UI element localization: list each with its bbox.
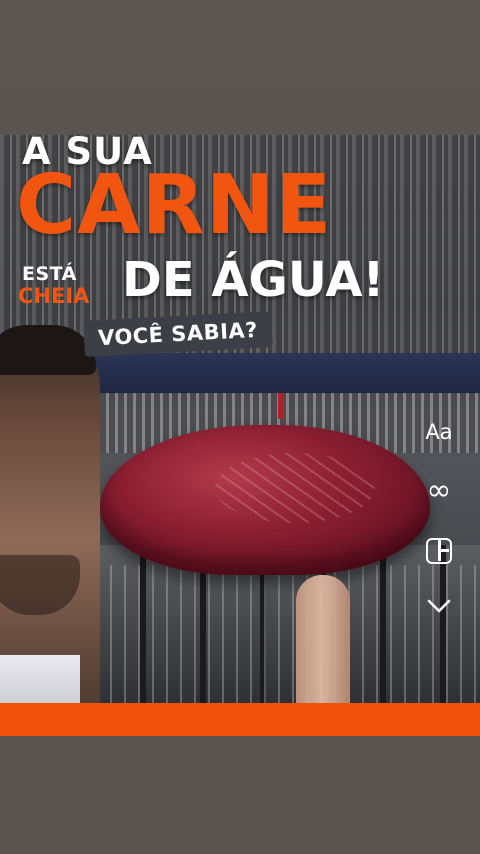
machine-red-pin: [278, 393, 284, 419]
machine-blue-band: [60, 353, 480, 393]
infinity-icon[interactable]: ∞: [419, 476, 459, 506]
person-shirt: [0, 655, 80, 703]
question-text: VOCÊ SABIA?: [97, 317, 259, 351]
chevron-down-icon[interactable]: [419, 598, 459, 614]
bottom-letterbox: [0, 736, 480, 854]
layout-icon[interactable]: [419, 538, 459, 564]
headline-cheia: CHEIA: [18, 284, 90, 308]
top-letterbox: [0, 0, 480, 135]
finger-image: [296, 575, 350, 703]
meat-marbling: [215, 453, 375, 523]
machine-grate-highlights: [40, 565, 480, 703]
headline-esta: ESTÁ: [22, 263, 77, 285]
person-image: [0, 330, 100, 703]
headline-de-agua: DE ÁGUA!: [122, 252, 385, 308]
headline-carne: CARNE: [16, 158, 333, 253]
orange-bar: [0, 703, 480, 736]
text-tool-button[interactable]: Aa: [419, 420, 459, 444]
text-tool-label: Aa: [425, 420, 453, 444]
